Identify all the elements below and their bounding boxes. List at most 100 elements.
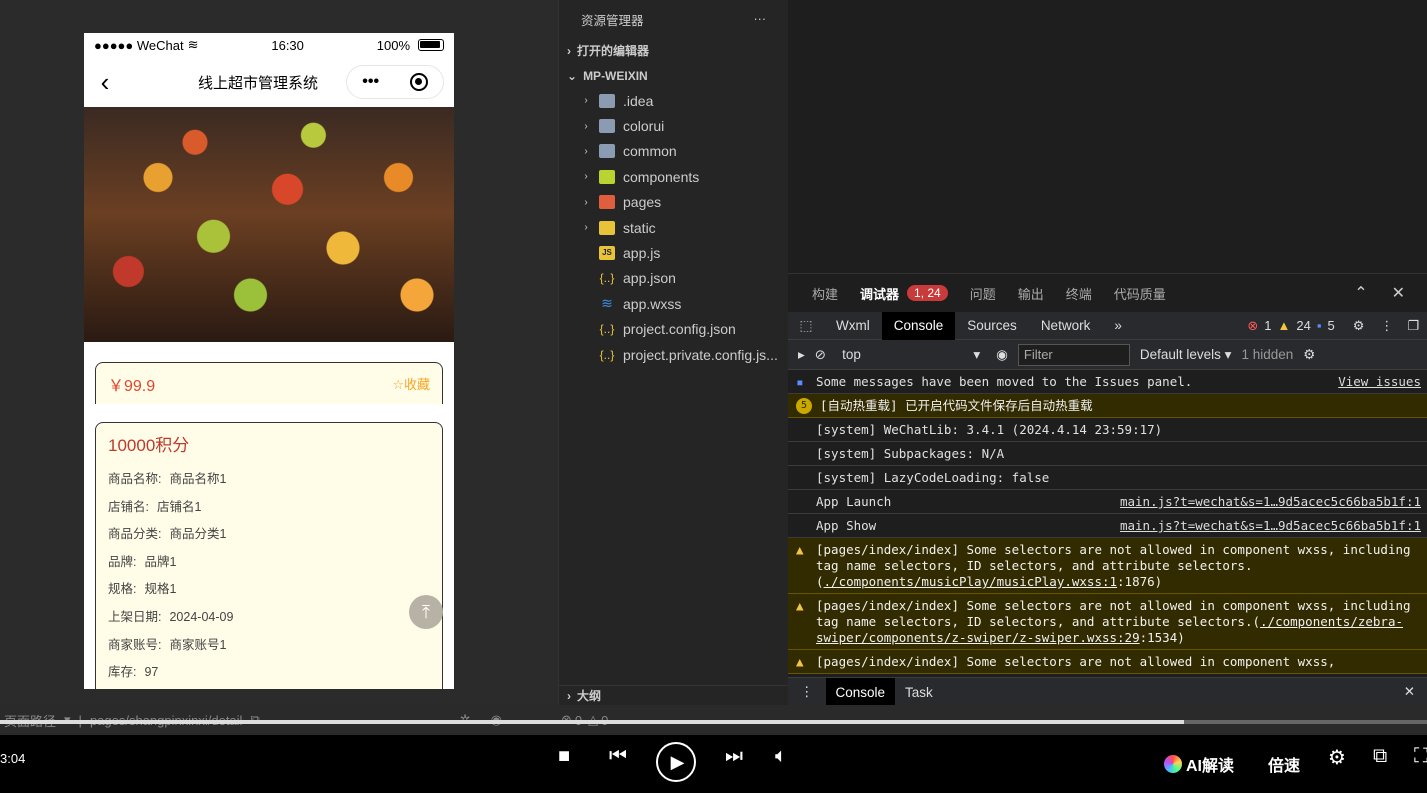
source-link[interactable]: ./components/musicPlay/musicPlay.wxss:1	[824, 574, 1118, 589]
settings-gear-icon[interactable]: ⚙	[1353, 318, 1365, 334]
explorer-more-button[interactable]: ···	[754, 12, 767, 26]
tree-item-common[interactable]: › common	[559, 139, 788, 164]
settings-gear-icon[interactable]: ⚙	[1328, 745, 1346, 770]
warning-message: ▲ [pages/index/index] Some selectors are …	[788, 538, 1427, 594]
folder-icon	[599, 93, 615, 108]
tree-item-project-private-config[interactable]: {..} project.private.config.js...	[559, 342, 788, 367]
context-selector[interactable]: top ▾	[836, 347, 986, 363]
folder-icon	[599, 119, 615, 134]
view-issues-link[interactable]: View issues	[1328, 374, 1421, 390]
panel-tabs: 构建 调试器 1, 24 问题 输出 终端 代码质量 ⌃ ✕	[788, 274, 1427, 312]
chevron-right-icon: ›	[584, 171, 588, 183]
log-message: [system] WeChatLib: 3.4.1 (2024.4.14 23:…	[788, 418, 1427, 442]
speed-button[interactable]: 倍速	[1268, 752, 1300, 776]
star-icon: ☆	[392, 377, 404, 392]
detail-row: 库存: 97	[108, 665, 159, 680]
play-button[interactable]: ▶	[656, 742, 696, 782]
nav-bar: ‹ 线上超市管理系统 •••	[84, 57, 454, 107]
error-count: 1	[1264, 318, 1272, 333]
detail-row: 规格: 规格1	[108, 582, 177, 597]
filter-input[interactable]: Filter	[1017, 343, 1130, 366]
tab-output[interactable]: 输出	[1018, 284, 1044, 303]
clock: 16:30	[271, 37, 304, 53]
undock-icon[interactable]: ❐	[1407, 318, 1419, 334]
volume-icon[interactable]: 🔈︎	[775, 745, 787, 768]
levels-dropdown[interactable]: Default levels ▾	[1140, 347, 1232, 363]
tab-terminal[interactable]: 终端	[1066, 284, 1092, 303]
stop-icon[interactable]: ■	[558, 745, 570, 768]
log-message: ▪ Some messages have been moved to the Is…	[788, 370, 1427, 394]
previous-icon[interactable]: ⏮	[609, 745, 627, 768]
warning-icon: ▲	[1277, 318, 1291, 333]
ai-interpret-button[interactable]: AI解读	[1164, 752, 1234, 776]
tab-network[interactable]: Network	[1029, 312, 1103, 340]
tab-console[interactable]: Console	[881, 311, 956, 340]
more-dots-icon[interactable]: •••	[362, 73, 379, 91]
drawer-tab-console[interactable]: Console	[825, 677, 896, 707]
tree-item-project-config[interactable]: {..} project.config.json	[559, 317, 788, 342]
folder-icon	[599, 144, 615, 159]
console-log[interactable]: ▪ Some messages have been moved to the Is…	[788, 370, 1427, 678]
source-link[interactable]: main.js?t=wechat&s=1…9d5acec5c66ba5b1f:1	[1110, 494, 1421, 510]
chevron-right-icon: ›	[567, 688, 571, 703]
video-progress-fill	[0, 720, 1185, 724]
sidebar-toggle-icon[interactable]: ▸	[798, 347, 805, 363]
tree-item-app-json[interactable]: {..} app.json	[559, 266, 788, 291]
close-target-icon[interactable]	[409, 73, 428, 91]
components-folder-icon	[599, 169, 615, 184]
tab-wxml[interactable]: Wxml	[824, 312, 882, 340]
back-arrow-icon[interactable]: ‹	[84, 67, 120, 98]
debug-panel: 构建 调试器 1, 24 问题 输出 终端 代码质量 ⌃ ✕ ⬚ Wxml Con…	[788, 273, 1427, 707]
warning-icon: ▲	[796, 542, 804, 557]
css-file-icon: ≋	[601, 295, 613, 312]
tree-item-colorui[interactable]: › colorui	[559, 113, 788, 138]
issue-counts[interactable]: ⊗ 1 ▲ 24 ▪ 5 ⚙ ⋮ ❐	[1247, 318, 1427, 334]
chevron-right-icon: ›	[584, 145, 588, 157]
tab-sources[interactable]: Sources	[955, 312, 1029, 340]
warning-count: 24	[1296, 318, 1311, 333]
mini-program-capsule[interactable]: •••	[346, 65, 444, 99]
chevron-up-icon[interactable]: ⌃	[1354, 283, 1367, 303]
detail-row: 商家账号: 商家账号1	[108, 637, 227, 652]
tree-item-pages[interactable]: › pages	[559, 190, 788, 215]
source-link[interactable]: main.js?t=wechat&s=1…9d5acec5c66ba5b1f:1	[1110, 518, 1421, 534]
drawer-close-icon[interactable]: ✕	[1404, 684, 1427, 700]
clear-console-icon[interactable]: ⊘	[815, 347, 826, 363]
devtools-tabs: ⬚ Wxml Console Sources Network » ⊗ 1 ▲ 24 …	[788, 311, 1427, 340]
tree-item-app-js[interactable]: JS app.js	[559, 240, 788, 265]
close-icon[interactable]: ✕	[1392, 283, 1405, 303]
inspect-element-icon[interactable]: ⬚	[788, 317, 824, 334]
group-count-badge: 5	[796, 398, 813, 414]
open-editors-section[interactable]: › 打开的编辑器	[559, 38, 788, 63]
next-icon[interactable]: ⏭	[725, 745, 743, 768]
tree-item-app-wxss[interactable]: ≋ app.wxss	[559, 291, 788, 316]
log-message: 5 [自动热重载] 已开启代码文件保存后自动热重载	[788, 394, 1427, 418]
tab-debugger[interactable]: 调试器	[860, 284, 899, 303]
debugger-badge: 1, 24	[907, 285, 948, 301]
drawer-tab-task[interactable]: Task	[895, 678, 943, 707]
warning-icon: ▲	[796, 654, 804, 669]
fullscreen-icon[interactable]: ⛶	[1414, 745, 1427, 768]
phone-simulator[interactable]: ●●●●● WeChat ≋ 16:30 100% ‹ 线上超市管理系统 ••• …	[84, 33, 454, 689]
outline-section[interactable]: › 大纲	[559, 685, 789, 705]
drawer-menu-icon[interactable]: ⋮	[788, 684, 826, 700]
more-tabs-button[interactable]: »	[1102, 312, 1134, 340]
kebab-menu-icon[interactable]: ⋮	[1380, 318, 1393, 334]
tree-item-idea[interactable]: › .idea	[559, 88, 788, 113]
product-points: 10000积分	[108, 436, 190, 455]
console-settings-icon[interactable]: ⚙	[1303, 347, 1315, 363]
eye-icon[interactable]: ◉	[996, 347, 1008, 363]
tab-build[interactable]: 构建	[812, 284, 838, 303]
tree-item-static[interactable]: › static	[559, 215, 788, 240]
chevron-right-icon: ›	[584, 222, 588, 234]
favorite-label: 收藏	[403, 377, 430, 392]
picture-in-picture-icon[interactable]: ⧉	[1373, 745, 1387, 768]
back-to-top-button[interactable]: ⤒	[409, 595, 443, 629]
tab-code-quality[interactable]: 代码质量	[1114, 284, 1166, 303]
video-progress-bar[interactable]	[0, 720, 1427, 724]
warning-message: ▲ [pages/index/index] Some selectors are …	[788, 594, 1427, 650]
project-section[interactable]: ⌄ MP-WEIXIN	[559, 63, 788, 88]
favorite-button[interactable]: ☆收藏	[392, 374, 430, 393]
tab-problems[interactable]: 问题	[970, 284, 996, 303]
tree-item-components[interactable]: › components	[559, 164, 788, 189]
